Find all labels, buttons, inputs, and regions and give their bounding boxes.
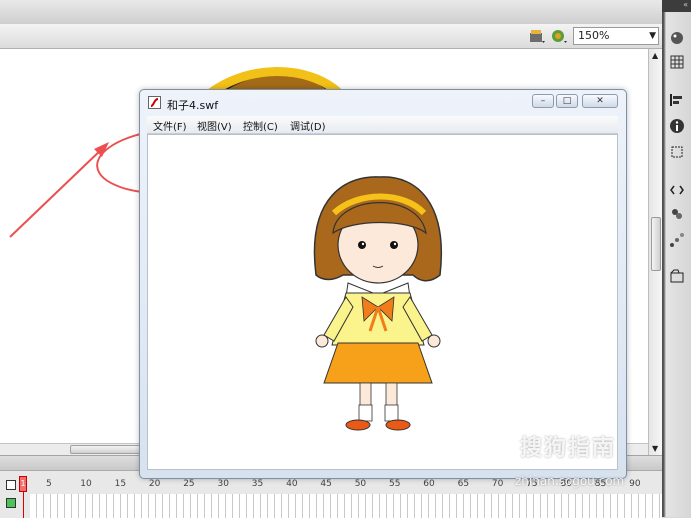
playhead-line — [23, 492, 24, 518]
menu-debug[interactable]: 调试(D) — [290, 118, 326, 133]
menu-view[interactable]: 视图(V) — [197, 118, 232, 133]
ruler-tick-label: 25 — [183, 479, 195, 489]
ruler-tick-label: 60 — [423, 479, 435, 489]
character-illustration — [313, 176, 442, 431]
annotation-arrow-icon — [9, 142, 109, 238]
stage-toolbar: 150% ▼ — [0, 24, 662, 49]
flash-file-icon — [148, 96, 161, 109]
menu-file[interactable]: 文件(F) — [153, 118, 187, 133]
ruler-tick-label: 50 — [354, 479, 367, 489]
stage-vertical-scrollbar[interactable]: ▲ ▼ — [648, 49, 663, 455]
playhead[interactable]: 1 — [19, 476, 27, 492]
ruler-tick-label: 15 — [114, 479, 127, 489]
ruler-tick-label: 20 — [148, 479, 161, 489]
ruler-tick-label: 10 — [80, 479, 92, 489]
ruler-tick-label: 65 — [457, 479, 470, 489]
library-icon[interactable] — [669, 268, 685, 284]
maximize-button[interactable]: □ — [556, 94, 578, 108]
collapse-panel-icon[interactable]: « — [662, 0, 691, 12]
watermark-brand: 搜狗指南 — [520, 436, 617, 461]
application-top-bar — [0, 0, 662, 25]
code-snippets-icon[interactable] — [669, 182, 685, 198]
close-button[interactable]: ✕ — [582, 94, 618, 108]
scrollbar-thumb[interactable] — [651, 217, 661, 271]
ruler-tick-label: 55 — [389, 479, 401, 489]
right-panel-dock: « — [662, 0, 691, 517]
current-frame-number: 1 — [20, 479, 26, 488]
scroll-up-icon[interactable]: ▲ — [652, 51, 658, 60]
zoom-value: 150% — [578, 29, 610, 42]
timeline-frames[interactable] — [30, 494, 662, 518]
ruler-tick-label: 40 — [286, 479, 298, 489]
scroll-down-icon[interactable]: ▼ — [652, 444, 658, 453]
layer-color-icon[interactable] — [6, 498, 16, 508]
chevron-down-icon: ▼ — [649, 31, 656, 41]
ruler-tick-label: 5 — [46, 479, 52, 489]
swatches-grid-icon[interactable] — [669, 54, 685, 70]
ruler-tick-label: 35 — [251, 479, 264, 489]
align-icon[interactable] — [669, 92, 685, 108]
ruler-tick-label: 30 — [217, 479, 229, 489]
zoom-select[interactable]: 150% ▼ — [573, 27, 659, 45]
edit-symbols-icon[interactable] — [550, 27, 568, 45]
window-title: 和子4.swf — [167, 99, 219, 112]
ruler-tick-label: 70 — [491, 479, 504, 489]
watermark-url: zhinan.sogou.com — [515, 474, 625, 488]
swf-preview-window: 和子4.swf – □ ✕ 文件(F) 视图(V) 控制(C) 调试(D) — [139, 89, 627, 479]
swf-content-area — [147, 134, 618, 470]
color-palette-icon[interactable] — [669, 30, 685, 46]
transform-icon[interactable] — [669, 144, 685, 160]
motion-presets-icon[interactable] — [669, 232, 685, 248]
ruler-tick-label: 90 — [629, 479, 641, 489]
layer-outline-icon[interactable] — [6, 480, 16, 490]
edit-scene-icon[interactable] — [528, 27, 546, 45]
info-icon[interactable] — [669, 118, 685, 134]
window-menu-bar: 文件(F) 视图(V) 控制(C) 调试(D) — [147, 116, 618, 134]
minimize-button[interactable]: – — [532, 94, 554, 108]
menu-control[interactable]: 控制(C) — [243, 118, 278, 133]
ruler-tick-label: 45 — [320, 479, 332, 489]
components-icon[interactable] — [669, 206, 685, 222]
